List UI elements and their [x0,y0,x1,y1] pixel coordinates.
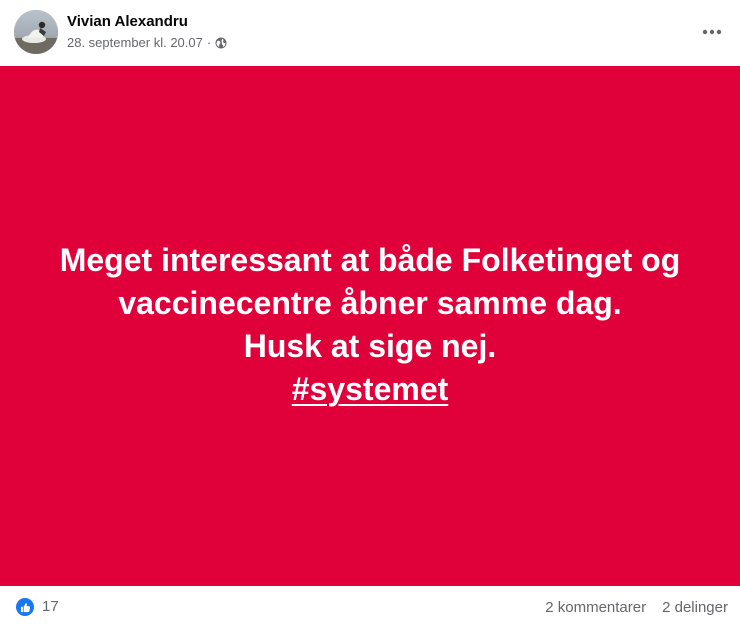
avatar[interactable] [14,10,58,54]
text-card: Meget interessant at både Folketinget og… [0,66,740,586]
post-stats: 2 kommentarer 2 delinger [545,599,728,617]
avatar-image [14,10,58,54]
post-header: Vivian Alexandru 28. september kl. 20.07… [0,0,740,66]
globe-icon[interactable] [215,37,227,49]
author-name[interactable]: Vivian Alexandru [67,13,188,31]
post-meta: 28. september kl. 20.07 · [67,35,227,51]
reaction-count: 17 [42,598,59,615]
hashtag-link[interactable]: #systemet [292,371,449,407]
card-line-3: Husk at sige nej. [243,328,497,364]
card-text: Meget interessant at både Folketinget og… [60,239,681,411]
meta-separator: · [206,35,212,50]
card-line-1: Meget interessant at både Folketinget og [59,242,681,278]
card-line-2: vaccinecentre åbner samme dag. [118,285,622,321]
more-horizontal-icon [702,29,722,35]
post: Vivian Alexandru 28. september kl. 20.07… [0,0,740,628]
shares-count-link[interactable]: 2 delinger [662,599,728,617]
reactions-summary[interactable]: 17 [16,598,59,616]
more-options-button[interactable] [694,14,730,50]
post-footer: 17 2 kommentarer 2 delinger [0,586,740,628]
like-icon [16,598,34,616]
post-timestamp[interactable]: 28. september kl. 20.07 [67,35,203,51]
comments-count-link[interactable]: 2 kommentarer [545,599,646,617]
